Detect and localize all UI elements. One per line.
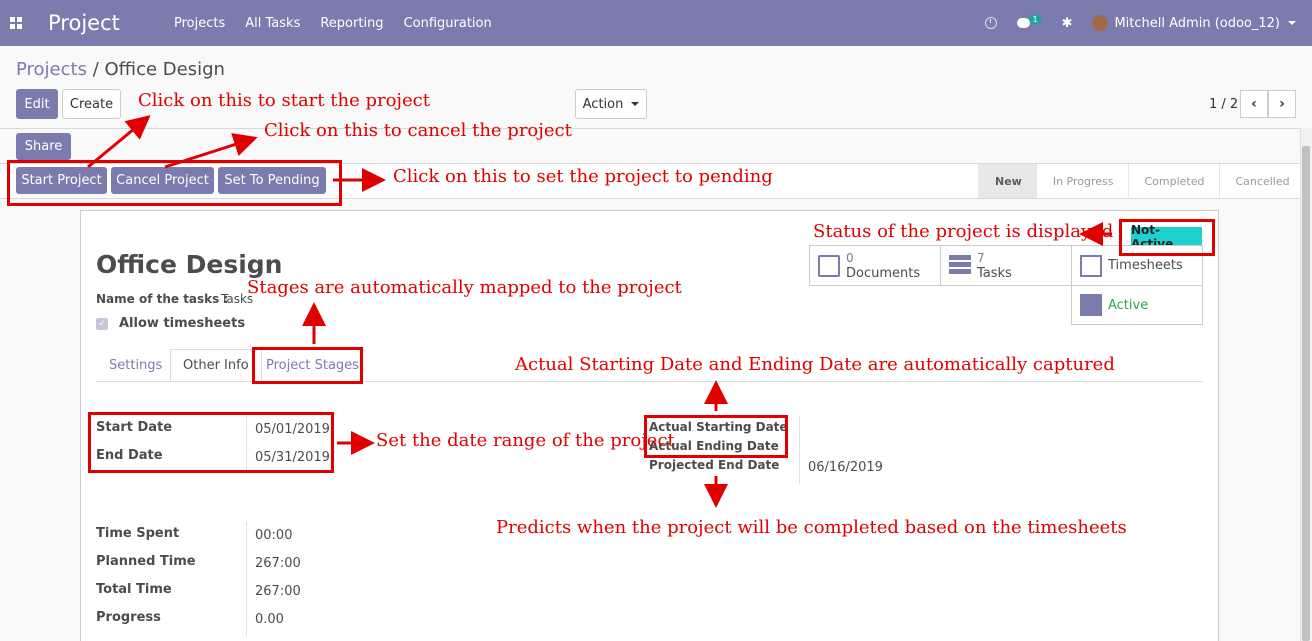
annotation-start: Click on this to start the project [138, 90, 430, 111]
documents-count: 0 [846, 250, 854, 265]
total-time-label: Total Time [96, 582, 172, 597]
debug-bug-icon[interactable]: ✱ [1062, 16, 1073, 31]
top-navbar: Project Projects All Tasks Reporting Con… [0, 0, 1312, 46]
edit-button[interactable]: Edit [16, 89, 58, 119]
breadcrumb-separator: / [92, 59, 99, 80]
menu-item-configuration[interactable]: Configuration [394, 16, 502, 31]
stage-completed[interactable]: Completed [1127, 164, 1219, 198]
scrollbar-thumb[interactable] [1302, 146, 1310, 641]
apps-menu-icon[interactable] [0, 0, 32, 46]
timesheets-label: Timesheets [1108, 258, 1183, 273]
tasks-count: 7 [977, 250, 985, 265]
total-time-value: 267:00 [255, 584, 301, 599]
field-separator [799, 416, 800, 484]
main-menu: Projects All Tasks Reporting Configurati… [164, 16, 502, 31]
user-menu[interactable]: Mitchell Admin (odoo_12) [1092, 15, 1296, 31]
menu-item-all-tasks[interactable]: All Tasks [235, 16, 310, 31]
annotation-status: Status of the project is displayed [813, 221, 1114, 242]
allow-timesheets-label: Allow timesheets [119, 316, 246, 331]
documents-icon [818, 254, 840, 277]
annotation-stages: Stages are automatically mapped to the p… [247, 277, 682, 298]
app-brand: Project [48, 11, 120, 35]
share-button[interactable]: Share [16, 133, 71, 160]
tasks-stat-button[interactable]: 7 Tasks [940, 245, 1072, 286]
stage-pipeline: New In Progress Completed Cancelled [978, 164, 1304, 198]
field-separator [246, 522, 247, 636]
annotation-actual-dates: Actual Starting Date and Ending Date are… [515, 354, 1115, 375]
time-spent-value: 00:00 [255, 528, 293, 543]
tasks-icon [949, 254, 971, 277]
time-spent-label: Time Spent [96, 526, 180, 541]
navbar-systray: 1 ✱ Mitchell Admin (odoo_12) [985, 0, 1312, 46]
breadcrumb: Projects / Office Design [16, 59, 225, 80]
pager-previous-icon[interactable]: ‹ [1240, 90, 1268, 118]
planned-time-value: 267:00 [255, 556, 301, 571]
stage-cancelled[interactable]: Cancelled [1218, 164, 1304, 198]
progress-label: Progress [96, 610, 161, 625]
annotation-box-date-range [88, 412, 334, 473]
menu-item-reporting[interactable]: Reporting [310, 16, 393, 31]
page-title: Office Design [96, 250, 283, 279]
messaging-icon[interactable]: 1 [1017, 14, 1042, 28]
active-toggle-button[interactable]: Active [1071, 285, 1203, 325]
annotation-pending: Click on this to set the project to pend… [393, 166, 773, 187]
tab-settings[interactable]: Settings [97, 349, 174, 382]
breadcrumb-current: Office Design [104, 59, 225, 80]
annotation-predict: Predicts when the project will be comple… [496, 517, 1127, 538]
action-label: Action [582, 96, 624, 112]
activity-clock-icon[interactable] [985, 17, 998, 29]
documents-stat-button[interactable]: 0 Documents [809, 245, 941, 286]
message-count-badge: 1 [1028, 14, 1042, 24]
active-label: Active [1108, 297, 1149, 313]
documents-label: Documents [846, 265, 921, 281]
stage-new[interactable]: New [978, 164, 1036, 198]
create-button[interactable]: Create [62, 89, 121, 119]
progress-value: 0.00 [255, 612, 284, 627]
action-dropdown[interactable]: Action [575, 89, 647, 119]
pager-next-icon[interactable]: › [1268, 90, 1296, 118]
annotation-cancel: Click on this to cancel the project [264, 120, 572, 141]
pager-value: 1 / 2 [1209, 97, 1239, 112]
stage-in-progress[interactable]: In Progress [1035, 164, 1128, 198]
annotation-date-range: Set the date range of the project [376, 430, 675, 451]
control-panel-divider [0, 128, 1300, 129]
annotation-box-stages-tab [252, 347, 363, 384]
annotation-box-status [1119, 219, 1215, 256]
menu-item-projects[interactable]: Projects [164, 16, 235, 31]
archive-icon [1080, 294, 1102, 316]
chevron-down-icon [1288, 21, 1296, 25]
tasks-name-label: Name of the tasks : [96, 292, 229, 306]
calendar-icon [1080, 254, 1102, 277]
projected-end-value: 06/16/2019 [808, 460, 883, 475]
annotation-box-header-buttons [7, 160, 342, 206]
breadcrumb-projects[interactable]: Projects [16, 59, 87, 80]
projected-end-label: Projected End Date [649, 458, 780, 472]
planned-time-label: Planned Time [96, 554, 196, 569]
tab-other-info[interactable]: Other Info [170, 349, 262, 382]
allow-timesheets-checkbox[interactable]: ✓ [96, 318, 108, 330]
caret-down-icon [631, 102, 640, 106]
avatar [1092, 15, 1109, 31]
user-name: Mitchell Admin (odoo_12) [1114, 15, 1280, 31]
tasks-label: Tasks [977, 265, 1012, 281]
